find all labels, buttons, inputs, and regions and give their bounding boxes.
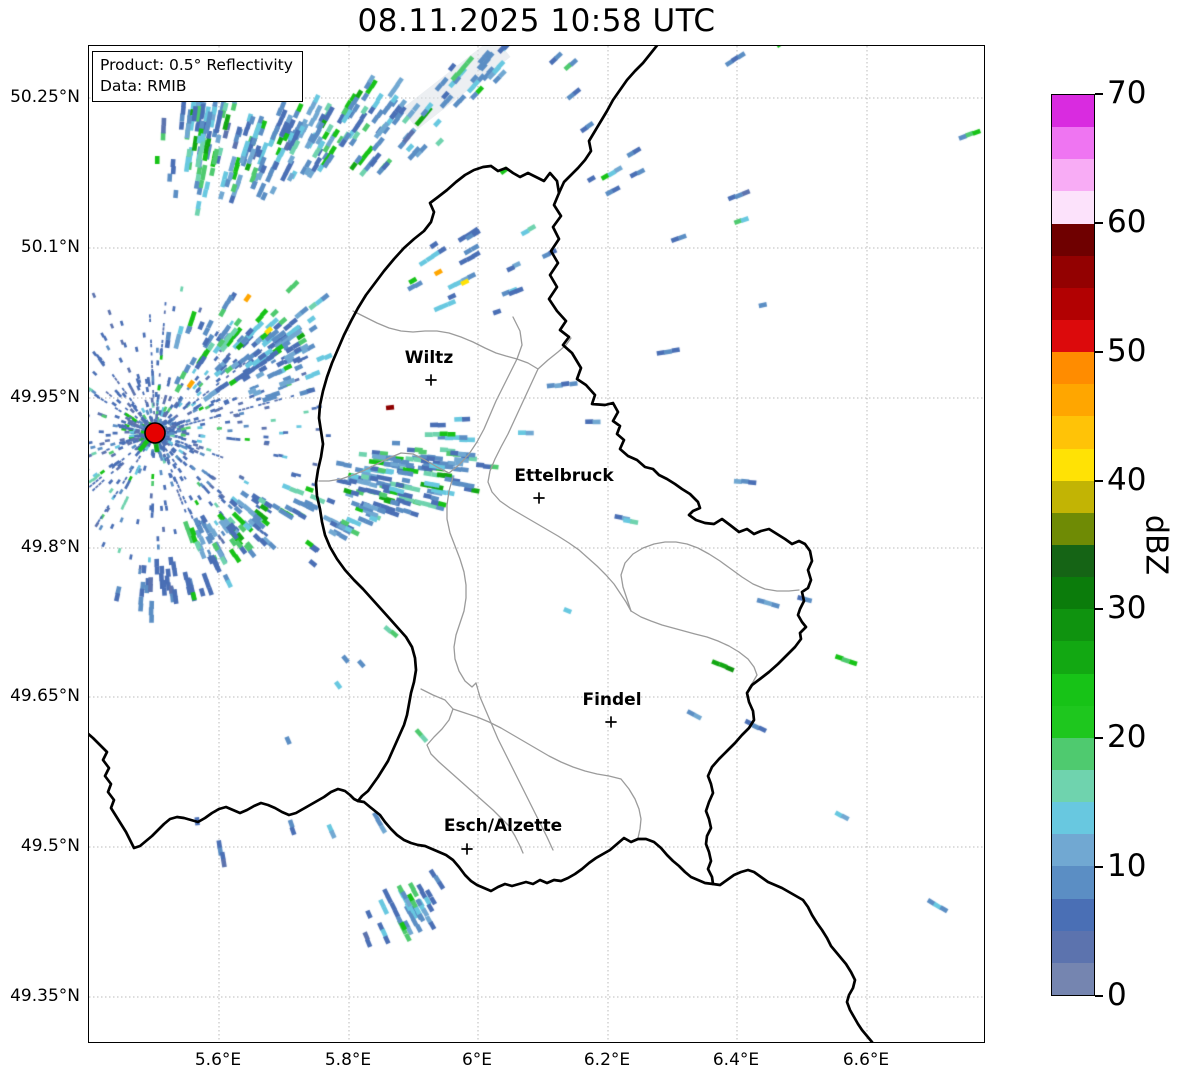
colorbar-segment (1052, 191, 1094, 224)
lon-tick-label: 6°E (461, 1050, 493, 1070)
colorbar-segment (1052, 769, 1094, 803)
colorbar-segment (1052, 673, 1094, 706)
country-border (557, 46, 659, 195)
data-source-line: Data: RMIB (100, 76, 187, 95)
colorbar-tick (1095, 93, 1103, 95)
product-info-line: Product: 0.5° Reflectivity (100, 56, 293, 74)
country-border (89, 732, 360, 850)
colorbar-tick (1095, 608, 1103, 611)
lon-tick-label: 5.6°E (194, 1050, 242, 1070)
admin-border (620, 541, 800, 612)
colorbar-segment (1052, 287, 1094, 320)
colorbar-segment (1052, 159, 1094, 192)
lat-tick-label: 49.8°N (20, 537, 80, 557)
colorbar-tick (1095, 995, 1103, 997)
colorbar-segment (1052, 737, 1094, 770)
colorbar-tick-label: 30 (1107, 590, 1147, 627)
colorbar-tick-label: 40 (1107, 461, 1147, 498)
colorbar-tick-label: 70 (1107, 74, 1147, 111)
radar-site-dot (144, 422, 166, 444)
city-label: Ettelbruck (514, 466, 614, 486)
colorbar-segment (1052, 609, 1094, 642)
colorbar-tick-label: 10 (1107, 848, 1147, 885)
colorbar-tick-label: 60 (1107, 203, 1147, 240)
lat-tick-label: 49.35°N (10, 986, 80, 1006)
colorbar-segment (1052, 223, 1094, 256)
colorbar-tick-label: 50 (1107, 332, 1147, 369)
lat-tick-label: 49.5°N (20, 836, 80, 856)
product-info-box: Product: 0.5° Reflectivity Data: RMIB (92, 51, 303, 102)
country-border (314, 164, 814, 893)
colorbar-tick (1095, 866, 1103, 869)
map-panel: Wiltz Ettelbruck Findel Esch/Alzette (88, 45, 985, 1043)
colorbar-segment (1052, 95, 1094, 128)
figure-title: 08.11.2025 10:58 UTC (357, 3, 716, 39)
map-border-layer: Wiltz Ettelbruck Findel Esch/Alzette (89, 46, 874, 1042)
colorbar-segment (1052, 512, 1094, 545)
colorbar-segment (1052, 127, 1094, 160)
colorbar-segment (1052, 705, 1094, 738)
colorbar-segment (1052, 255, 1094, 288)
lon-tick-label: 5.8°E (324, 1050, 372, 1070)
colorbar-segment (1052, 416, 1094, 449)
lon-tick-label: 6.2°E (583, 1050, 631, 1070)
radar-figure: 08.11.2025 10:58 UTC Wiltz Ettelbruck Find… (0, 0, 1184, 1081)
colorbar-segment (1052, 544, 1094, 578)
country-border (711, 868, 874, 1042)
colorbar-segment (1052, 448, 1094, 481)
city-label: Wiltz (405, 348, 454, 368)
colorbar-segment (1052, 898, 1094, 931)
colorbar-segment (1052, 319, 1094, 353)
colorbar-tick (1095, 221, 1103, 224)
admin-border (446, 476, 477, 688)
colorbar-unit-label: dBZ (1138, 514, 1174, 576)
colorbar-segment (1052, 802, 1094, 835)
colorbar-tick (1095, 479, 1103, 482)
city-label: Esch/Alzette (444, 816, 562, 836)
lon-tick-label: 6.4°E (712, 1050, 760, 1070)
colorbar-segment (1052, 834, 1094, 867)
admin-border (630, 610, 758, 689)
colorbar-segment (1052, 480, 1094, 513)
colorbar-tick-label: 20 (1107, 719, 1147, 756)
colorbar-segment (1052, 866, 1094, 899)
colorbar-segment (1052, 962, 1094, 995)
lon-tick-label: 6.6°E (842, 1050, 890, 1070)
lat-tick-label: 50.25°N (10, 87, 80, 107)
colorbar (1051, 94, 1095, 996)
colorbar-segment (1052, 930, 1094, 963)
colorbar-segment (1052, 384, 1094, 417)
lat-tick-label: 49.65°N (10, 686, 80, 706)
colorbar-tick (1095, 350, 1103, 353)
colorbar-tick-label: 0 (1107, 976, 1127, 1013)
colorbar-segment (1052, 641, 1094, 674)
lat-tick-label: 50.1°N (20, 237, 80, 257)
admin-border (318, 316, 523, 482)
city-label: Findel (582, 690, 641, 710)
colorbar-segment (1052, 577, 1094, 610)
colorbar-segment (1052, 352, 1094, 385)
lat-tick-label: 49.95°N (10, 387, 80, 407)
colorbar-tick (1095, 737, 1103, 740)
